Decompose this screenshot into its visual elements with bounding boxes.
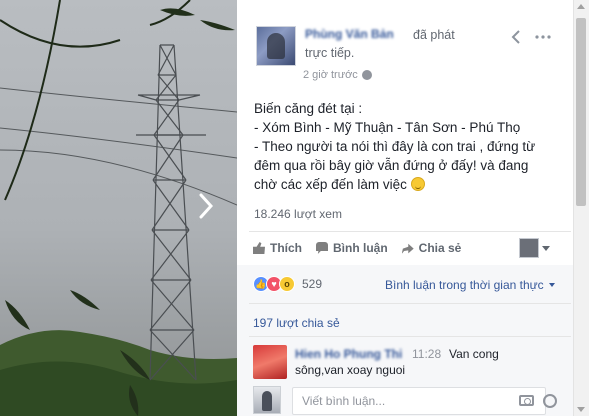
- post-line: - Theo người ta nói thì đây là con trai …: [254, 139, 536, 154]
- scroll-thumb[interactable]: [576, 18, 586, 206]
- divider: [249, 231, 571, 232]
- post-body: Biến căng đét tại : - Xóm Bình - Mỹ Thuậ…: [254, 99, 574, 194]
- thumbs-up-icon: [253, 242, 265, 254]
- smiley-emoji-icon: [410, 177, 425, 191]
- camera-icon[interactable]: [519, 395, 534, 406]
- globe-icon: [361, 70, 372, 80]
- post-as-avatar[interactable]: [519, 238, 539, 258]
- emoji-icon[interactable]: [543, 394, 557, 408]
- comment-icon: [316, 242, 328, 254]
- comment-text: Van cong: [449, 347, 499, 361]
- reaction-count: 529: [302, 277, 323, 291]
- header-icons: [511, 30, 551, 47]
- scroll-up-arrow-icon[interactable]: [577, 4, 585, 9]
- post-line: đêm qua rồi bây giờ vẫn đứng ở đấy! và đ…: [254, 158, 529, 173]
- comment-text-continued: sông,van xoay nguoi: [295, 363, 406, 377]
- realtime-comments-toggle[interactable]: Bình luận trong thời gian thực: [385, 278, 555, 292]
- scroll-down-arrow-icon[interactable]: [577, 407, 585, 412]
- post-line: Biến căng đét tại :: [254, 101, 363, 116]
- post-line-last: chờ các xếp đến làm việc: [254, 175, 574, 194]
- divider: [249, 303, 571, 304]
- divider: [249, 336, 571, 337]
- caret-down-icon: [548, 283, 555, 287]
- reactions-summary[interactable]: 👍 ♥ o 529: [253, 276, 322, 292]
- share-count-link[interactable]: 197 lượt chia sẻ: [253, 316, 340, 330]
- comment-input[interactable]: Viết bình luận...: [292, 387, 546, 415]
- scrollbar[interactable]: [573, 0, 589, 416]
- author-name[interactable]: Phùng Văn Bản: [305, 27, 394, 41]
- comment-button[interactable]: Bình luận: [316, 241, 388, 255]
- like-button[interactable]: Thích: [253, 241, 302, 255]
- post-panel: Phùng Văn Bản đã phát trực tiếp. 2 giờ t…: [237, 0, 589, 416]
- action-bar: Thích Bình luận Chia sẻ: [253, 241, 461, 255]
- next-photo-button[interactable]: [199, 193, 225, 229]
- video-frame[interactable]: [0, 0, 237, 416]
- current-user-avatar: [253, 386, 281, 414]
- commenter-avatar[interactable]: [253, 345, 287, 379]
- post-line: - Xóm Bình - Mỹ Thuận - Tân Sơn - Phú Th…: [254, 120, 521, 135]
- post-action-text-continued: trực tiếp.: [305, 46, 355, 60]
- caret-down-icon[interactable]: [542, 246, 550, 251]
- wow-reaction-icon: o: [279, 276, 295, 292]
- post-action-text: đã phát: [413, 28, 455, 42]
- comment-time[interactable]: 11:28: [412, 347, 441, 361]
- share-button[interactable]: Chia sẻ: [401, 241, 461, 255]
- view-count: 18.246 lượt xem: [254, 207, 342, 221]
- post-timestamp[interactable]: 2 giờ trước: [303, 69, 372, 81]
- share-arrow-icon: [401, 243, 414, 254]
- more-dots-icon: [535, 35, 551, 39]
- back-button[interactable]: [511, 30, 521, 47]
- commenter-name[interactable]: Hien Ho Phung Thi: [295, 347, 402, 361]
- options-button[interactable]: [535, 30, 551, 47]
- chevron-left-icon: [511, 30, 520, 44]
- chevron-right-icon: [199, 193, 213, 219]
- author-avatar[interactable]: [256, 26, 296, 66]
